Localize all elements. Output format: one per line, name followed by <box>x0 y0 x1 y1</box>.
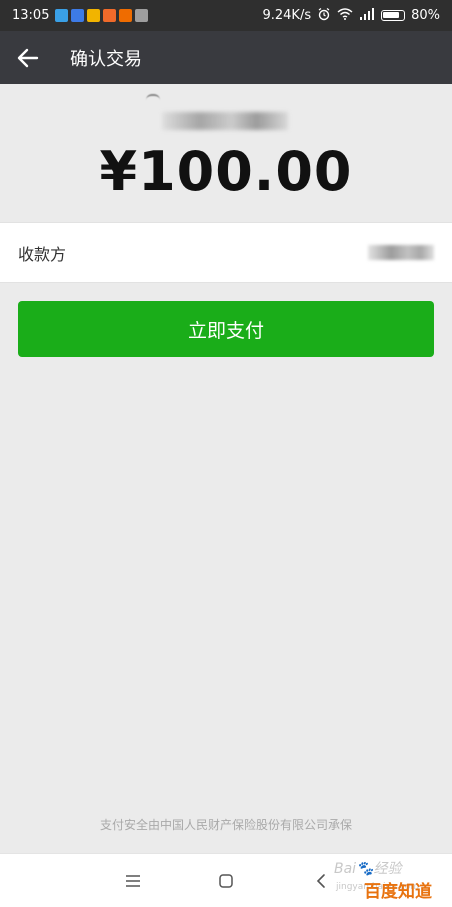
app-notification-icon <box>103 9 117 22</box>
back-icon[interactable] <box>309 869 333 893</box>
app-notification-icon <box>119 9 133 22</box>
payee-label: 收款方 <box>18 244 67 264</box>
payee-name-redacted <box>368 245 434 260</box>
battery-percent: 80% <box>411 8 440 23</box>
battery-icon <box>381 10 406 21</box>
app-notification-icon <box>135 9 149 22</box>
payment-amount: ¥100.00 <box>99 140 353 203</box>
app-notification-icon <box>87 9 101 22</box>
watermark-zhidao: 百度知道 <box>364 882 432 902</box>
app-header: 确认交易 <box>0 31 452 84</box>
network-speed: 9.24K/s <box>262 8 312 23</box>
notification-icons <box>55 9 149 22</box>
app-notification-icon <box>71 9 85 22</box>
merchant-name-redacted <box>146 94 160 100</box>
watermark-baidu-text: Bai🐾经验 <box>334 861 402 877</box>
pay-now-button[interactable]: 立即支付 <box>18 301 434 357</box>
alarm-icon <box>317 7 331 25</box>
baidu-watermark: Bai🐾经验 jingyan.baidu.com 百度知道 <box>334 856 450 904</box>
wifi-icon <box>337 7 353 24</box>
signal-icon <box>359 7 375 24</box>
merchant-name-redacted <box>162 112 288 130</box>
amount-section: ¥100.00 <box>0 84 452 222</box>
payee-row: 收款方 <box>0 222 452 283</box>
page-title: 确认交易 <box>70 48 142 70</box>
status-bar: 13:05 9.24K/s 80% <box>0 0 452 31</box>
status-right: 9.24K/s 80% <box>262 7 440 25</box>
menu-icon[interactable] <box>121 869 145 893</box>
home-icon[interactable] <box>214 869 238 893</box>
back-arrow-icon[interactable] <box>0 31 56 84</box>
status-time: 13:05 <box>12 8 50 23</box>
app-notification-icon <box>55 9 69 22</box>
security-note: 支付安全由中国人民财产保险股份有限公司承保 <box>99 818 352 832</box>
